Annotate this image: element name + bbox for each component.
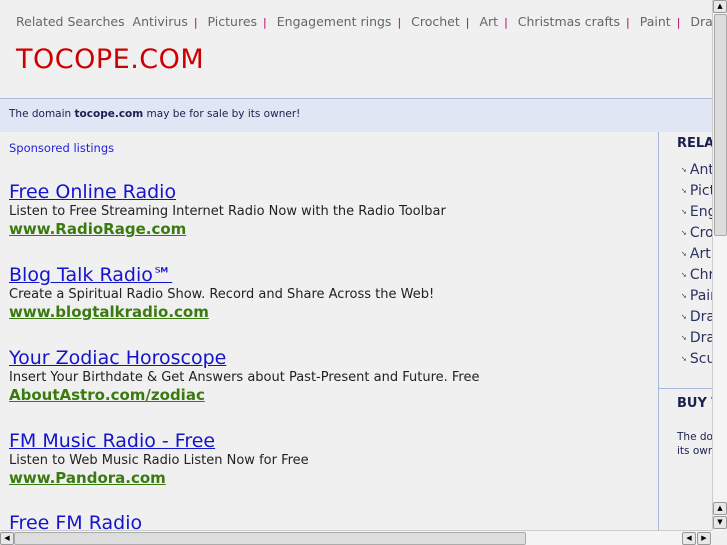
sale-text: The domain [9, 108, 75, 120]
arrow-icon: ➘ [681, 334, 687, 342]
ad-listing: FM Music Radio - Free Listen to Web Musi… [9, 430, 309, 487]
horizontal-scrollbar[interactable]: ◀ ◀ ▶ [0, 530, 712, 545]
top-link-pictures[interactable]: Pictures [208, 14, 258, 29]
related-searches-bar: Related Searches Antivirus | Pictures | En… [16, 14, 712, 29]
ad-url-link[interactable]: AboutAstro.com/zodiac [9, 386, 480, 404]
scroll-left-icon[interactable]: ◀ [682, 532, 696, 545]
vertical-scrollbar[interactable]: ▲ ▲ ▼ [712, 0, 727, 530]
sidebar-link[interactable]: ➘Crochet [681, 225, 712, 246]
arrow-icon: ➘ [681, 313, 687, 321]
top-link-antivirus[interactable]: Antivirus [133, 14, 188, 29]
ad-title-link[interactable]: Free FM Radio [9, 512, 142, 530]
related-searches-label: Related Searches [16, 14, 125, 29]
sponsored-label: Sponsored listings [9, 141, 115, 155]
top-link-paint[interactable]: Paint [640, 14, 671, 29]
sidebar-divider [659, 388, 712, 389]
ad-url-link[interactable]: www.blogtalkradio.com [9, 303, 434, 321]
scroll-left-icon[interactable]: ◀ [0, 532, 14, 545]
arrow-icon: ➘ [681, 250, 687, 258]
arrow-icon: ➘ [681, 208, 687, 216]
arrow-icon: ➘ [681, 271, 687, 279]
sidebar-link[interactable]: ➘Antivirus [681, 162, 712, 183]
sidebar-link[interactable]: ➘Christmas crafts [681, 267, 712, 288]
top-link-art[interactable]: Art [479, 14, 498, 29]
page-viewport: Related Searches Antivirus | Pictures | En… [0, 0, 712, 530]
sale-banner: The domain tocope.com may be for sale by… [0, 98, 712, 132]
scroll-up-icon[interactable]: ▲ [713, 502, 727, 515]
ad-title-link[interactable]: Free Online Radio [9, 181, 446, 203]
sidebar-link[interactable]: ➘Engagement rings [681, 204, 712, 225]
ad-url-link[interactable]: www.RadioRage.com [9, 220, 446, 238]
ad-listing: Free FM Radio [9, 512, 142, 530]
ad-url-link[interactable]: www.Pandora.com [9, 469, 309, 487]
horizontal-scroll-thumb[interactable] [14, 532, 526, 545]
top-link-draft-craft[interactable]: Draft craft suppl [690, 14, 712, 29]
sidebar-link[interactable]: ➘Draft craft suppl [681, 309, 712, 330]
ad-description: Listen to Free Streaming Internet Radio … [9, 204, 446, 219]
scroll-up-icon[interactable]: ▲ [713, 0, 727, 13]
top-link-crochet[interactable]: Crochet [411, 14, 460, 29]
top-link-engagement-rings[interactable]: Engagement rings [277, 14, 392, 29]
scroll-down-icon[interactable]: ▼ [713, 516, 727, 529]
arrow-icon: ➘ [681, 166, 687, 174]
sidebar-link[interactable]: ➘ Art [681, 246, 712, 267]
sidebar-link[interactable]: ➘ Dra [681, 330, 712, 351]
ad-listing: Your Zodiac Horoscope Insert Your Birthd… [9, 347, 480, 404]
arrow-icon: ➘ [681, 355, 687, 363]
sidebar-link[interactable]: ➘Paint [681, 288, 712, 309]
vertical-scroll-thumb[interactable] [714, 14, 727, 236]
ad-title-link[interactable]: Blog Talk Radio℠ [9, 264, 434, 286]
ad-description: Listen to Web Music Radio Listen Now for… [9, 453, 309, 468]
sale-domain: tocope.com [74, 108, 144, 120]
related-sidebar: RELA ➘Antivirus ➘Pictures ➘Engagement ri… [658, 132, 712, 530]
arrow-icon: ➘ [681, 229, 687, 237]
ad-title-link[interactable]: Your Zodiac Horoscope [9, 347, 480, 369]
ad-title-link[interactable]: FM Music Radio - Free [9, 430, 309, 452]
ad-description: Insert Your Birthdate & Get Answers abou… [9, 370, 480, 385]
site-logo: TOCOPE.COM [16, 44, 205, 75]
sidebar-heading: RELA [677, 136, 712, 151]
buy-heading: BUY T [677, 396, 712, 411]
sidebar-link[interactable]: ➘Pictures [681, 183, 712, 204]
sidebar-link[interactable]: ➘ Scu [681, 351, 712, 372]
ad-description: Create a Spiritual Radio Show. Record an… [9, 287, 435, 302]
ad-listing: Blog Talk Radio℠ Create a Spiritual Radi… [9, 264, 434, 321]
arrow-icon: ➘ [681, 187, 687, 195]
buy-text: The do its owr [677, 431, 712, 457]
arrow-icon: ➘ [681, 292, 687, 300]
ad-listing: Free Online Radio Listen to Free Streami… [9, 181, 446, 238]
sale-text-end: may be for sale by its owner! [143, 108, 301, 120]
top-link-christmas-crafts[interactable]: Christmas crafts [518, 14, 620, 29]
scroll-right-icon[interactable]: ▶ [697, 532, 711, 545]
